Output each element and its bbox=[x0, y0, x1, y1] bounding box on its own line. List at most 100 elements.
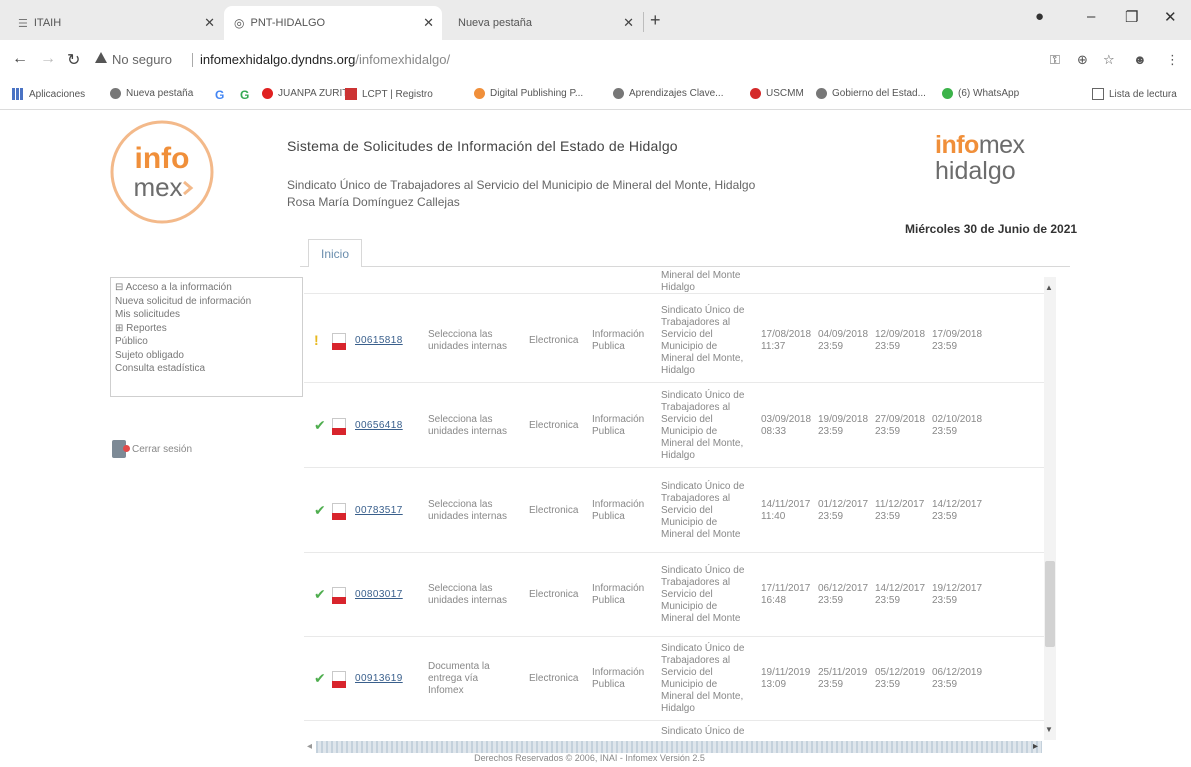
cell-subject: Sindicato Único de Trabajadores al Servici… bbox=[661, 481, 744, 541]
browser-address-bar: ← → ↻ No seguro infomexhidalgo.dyndns.or… bbox=[0, 40, 1191, 80]
scroll-down-icon[interactable]: ▼ bbox=[1045, 725, 1053, 734]
pdf-icon[interactable] bbox=[332, 503, 346, 520]
profile-icon[interactable]: ● bbox=[1035, 8, 1044, 25]
menu-consulta-estadistica[interactable]: Consulta estadística bbox=[115, 362, 298, 376]
reload-icon[interactable]: ↻ bbox=[67, 50, 80, 70]
logo-right-a: info bbox=[935, 131, 979, 159]
star-icon[interactable]: ☆ bbox=[1103, 52, 1115, 68]
tab-inicio[interactable]: Inicio bbox=[308, 239, 363, 267]
bookmark-gobierno[interactable]: Gobierno del Estad... bbox=[816, 88, 926, 99]
cell-line: 08:33 bbox=[761, 426, 787, 437]
side-menu: ⊟ Acceso a la información Nueva solicitu… bbox=[110, 277, 303, 397]
cell-type: Información Publica bbox=[592, 583, 644, 607]
menu-reportes[interactable]: ⊞ Reportes bbox=[115, 322, 298, 336]
scroll-up-icon[interactable]: ▲ bbox=[1045, 283, 1053, 292]
bookmark-uscmm[interactable]: USCMM bbox=[750, 88, 804, 99]
pdf-icon[interactable] bbox=[332, 333, 346, 350]
table-row: ! 00615818 Selecciona las unidades internas… bbox=[304, 298, 1044, 383]
cell-line: 11:37 bbox=[761, 341, 786, 352]
cell-line: 14/12/2017 bbox=[875, 583, 926, 594]
folio-link[interactable]: 00783517 bbox=[355, 505, 403, 516]
cell-action: Selecciona las unidades internas bbox=[428, 499, 507, 523]
browser-tab-title: ITAIH bbox=[33, 17, 62, 29]
url-field[interactable]: infomexhidalgo.dyndns.org/infomexhidalgo… bbox=[200, 52, 450, 67]
cell-line: 17/11/2017 bbox=[761, 583, 811, 594]
bookmark-whatsapp[interactable]: (6) WhatsApp bbox=[942, 88, 1019, 99]
menu-nueva-solicitud[interactable]: Nueva solicitud de información bbox=[115, 295, 298, 309]
table-row: ✔ 00656418 Selecciona las unidades internas… bbox=[304, 383, 1044, 468]
bookmark-lcpt[interactable]: LCPT | Registro bbox=[345, 88, 433, 100]
account-icon[interactable]: ☻ bbox=[1133, 52, 1147, 67]
cell-action: Selecciona las unidades internas bbox=[428, 583, 507, 607]
scroll-left-icon[interactable]: ◂ bbox=[307, 741, 312, 752]
bookmark-digital-publishing[interactable]: Digital Publishing P... bbox=[474, 88, 583, 99]
logout-button[interactable]: Cerrar sesión bbox=[112, 440, 192, 458]
scroll-right-icon[interactable]: ▸ bbox=[1033, 741, 1038, 752]
key-icon[interactable]: ⚿ bbox=[1050, 52, 1060, 68]
pdf-icon[interactable] bbox=[332, 587, 346, 604]
cell-line: Infomex bbox=[428, 685, 464, 696]
cell-d4: 14/12/2017 23:59 bbox=[932, 499, 982, 523]
horizontal-scrollbar[interactable] bbox=[316, 741, 1042, 753]
cell-line: unidades internas bbox=[428, 595, 507, 606]
new-tab-icon[interactable]: + bbox=[650, 10, 661, 31]
bookmark-apps[interactable]: Aplicaciones bbox=[12, 88, 85, 100]
check-status-icon: ✔ bbox=[314, 586, 326, 602]
close-window-icon[interactable]: ✕ bbox=[1164, 8, 1177, 26]
bookmark-nueva-pestana[interactable]: Nueva pestaña bbox=[110, 88, 193, 99]
cell-line: Municipio de bbox=[661, 679, 718, 690]
zoom-icon[interactable]: ⊕ bbox=[1077, 52, 1088, 68]
folio-link[interactable]: 00803017 bbox=[355, 589, 403, 600]
cell-line: 23:59 bbox=[818, 511, 844, 522]
menu-publico[interactable]: Público bbox=[115, 335, 298, 349]
menu-mis-solicitudes[interactable]: Mis solicitudes bbox=[115, 308, 298, 322]
folio-link[interactable]: 00913619 bbox=[355, 673, 403, 684]
pdf-icon[interactable] bbox=[332, 671, 346, 688]
browser-tab-pnt[interactable]: ◎ PNT-HIDALGO ✕ bbox=[224, 6, 442, 40]
reading-list[interactable]: Lista de lectura bbox=[1092, 88, 1177, 100]
bookmark-juanpa[interactable]: JUANPA ZURITA bbox=[262, 88, 354, 99]
cell-line: 19/11/2019 bbox=[761, 667, 811, 678]
close-tab-icon[interactable]: ✕ bbox=[204, 15, 215, 31]
google-icon: G bbox=[240, 88, 250, 102]
check-status-icon: ✔ bbox=[314, 417, 326, 433]
bookmark-google-a[interactable]: G bbox=[215, 88, 224, 102]
bookmark-label: USCMM bbox=[766, 88, 804, 99]
logout-label: Cerrar sesión bbox=[132, 443, 193, 455]
close-tab-icon[interactable]: ✕ bbox=[423, 15, 434, 31]
cell-d2: 01/12/2017 23:59 bbox=[818, 499, 868, 523]
cell-mode: Electronica bbox=[529, 335, 578, 347]
folio-link[interactable]: 00615818 bbox=[355, 335, 403, 346]
doc-icon: ☰ bbox=[18, 17, 28, 30]
vertical-scroll-thumb[interactable] bbox=[1045, 561, 1055, 647]
menu-sujeto-obligado[interactable]: Sujeto obligado bbox=[115, 349, 298, 363]
cell-line: Selecciona las bbox=[428, 499, 493, 510]
bookmark-label: Aplicaciones bbox=[29, 88, 86, 100]
bookmark-aprendizajes[interactable]: Aprendizajes Clave... bbox=[613, 88, 724, 99]
cell-line: 23:59 bbox=[818, 341, 844, 352]
infomex-hidalgo-logo: infomex hidalgo bbox=[935, 132, 1047, 196]
cell-line: Municipio de bbox=[661, 601, 718, 612]
logo-left-top: info bbox=[135, 142, 190, 175]
pdf-icon[interactable] bbox=[332, 418, 346, 435]
forward-icon[interactable]: → bbox=[40, 50, 56, 68]
menu-acceso-informacion[interactable]: ⊟ Acceso a la información bbox=[115, 281, 298, 295]
security-label[interactable]: No seguro bbox=[112, 52, 172, 67]
cell-line: Municipio de bbox=[661, 517, 718, 528]
table-row: ✔ 00913619 Documenta la entrega vía Infomex E… bbox=[304, 637, 1044, 721]
minimize-icon[interactable]: – bbox=[1087, 8, 1095, 25]
cell-line: 05/12/2019 bbox=[875, 667, 926, 678]
bookmark-label: (6) WhatsApp bbox=[958, 88, 1020, 99]
browser-tab-new[interactable]: Nueva pestaña ✕ bbox=[442, 6, 642, 40]
cell-mode: Electronica bbox=[529, 420, 578, 432]
browser-tab-itaih[interactable]: ☰ ITAIH ✕ bbox=[8, 6, 223, 40]
vertical-scrollbar[interactable]: ▲ ▼ bbox=[1044, 277, 1056, 740]
menu-icon[interactable]: ⋮ bbox=[1166, 52, 1179, 68]
bookmark-google-b[interactable]: G bbox=[240, 88, 249, 102]
cell-line: Mineral del Monte, bbox=[661, 691, 744, 702]
maximize-icon[interactable]: ❐ bbox=[1125, 8, 1138, 26]
folio-link[interactable]: 00656418 bbox=[355, 420, 403, 431]
close-tab-icon[interactable]: ✕ bbox=[623, 15, 634, 31]
cell-line: 06/12/2019 bbox=[932, 667, 983, 678]
back-icon[interactable]: ← bbox=[12, 50, 28, 68]
